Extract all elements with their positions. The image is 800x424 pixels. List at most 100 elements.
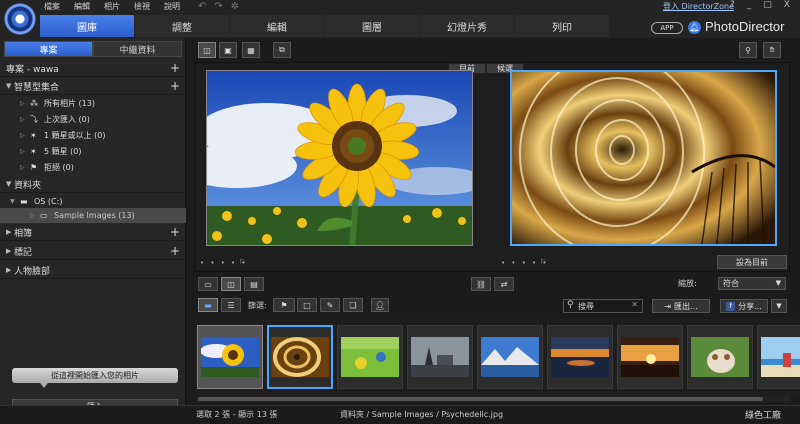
notification-bell-icon[interactable]: 🔔︎ — [688, 21, 701, 34]
share-button[interactable]: f 分享... — [720, 299, 768, 313]
project-header[interactable]: 專案 - wawa + — [0, 60, 186, 77]
expand-arrow-icon[interactable]: ▷ — [20, 132, 30, 139]
filmstrip-scrollbar[interactable] — [195, 396, 790, 402]
smart-item-one-star[interactable]: ▷ ✶ 1 顆星或以上 (0) — [0, 128, 186, 143]
multi-layout-icon[interactable]: ▤ — [244, 277, 264, 291]
folders-title: 資料夾 — [14, 180, 42, 191]
expand-arrow-icon[interactable]: ▷ — [20, 116, 30, 123]
thumbnail-mountains[interactable] — [477, 325, 543, 389]
maximize-icon[interactable]: □ — [763, 0, 772, 10]
thumbnail-meadow[interactable] — [337, 325, 403, 389]
tab-edit[interactable]: 編輯 — [230, 15, 324, 37]
filter-flag-icon[interactable]: ⚑ — [273, 298, 295, 312]
collapse-arrow-icon[interactable]: ▼ — [6, 82, 14, 90]
add-project-icon[interactable]: + — [170, 61, 180, 75]
add-tag-icon[interactable]: + — [170, 244, 180, 258]
set-as-current-button[interactable]: 設為目前 — [717, 255, 787, 269]
smart-collections-header[interactable]: ▼ 智慧型集合 + — [0, 78, 186, 95]
tab-slideshow[interactable]: 幻燈片秀 — [420, 15, 514, 37]
zoom-select[interactable]: 符合 ▼ — [718, 277, 786, 290]
export-button[interactable]: ⇥ 匯出... — [652, 299, 710, 313]
smart-item-five-star[interactable]: ▷ ✶ 5 顆星 (0) — [0, 144, 186, 159]
swap-views-icon[interactable]: ⇄ — [494, 277, 514, 291]
expand-arrow-icon[interactable]: ▷ — [20, 100, 30, 107]
thumbnail-image — [341, 337, 399, 377]
faces-header[interactable]: ▶ 人物臉部 — [0, 262, 186, 279]
scrollbar-thumb[interactable] — [198, 397, 763, 401]
share-menu-chevron-icon[interactable]: ▼ — [771, 299, 787, 313]
sunflower-image — [207, 71, 472, 245]
albums-header[interactable]: ▶ 相簿 + — [0, 224, 186, 241]
app-button[interactable]: APP — [651, 22, 683, 34]
link-views-icon[interactable]: ⛓ — [471, 277, 491, 291]
single-view-icon[interactable]: ▣ — [219, 42, 237, 58]
search-input[interactable]: ⚲ 搜尋 ✕ — [563, 299, 643, 313]
stack-icon[interactable]: ❏ — [343, 298, 363, 312]
zoom-search-icon[interactable]: ⚲ — [739, 42, 757, 58]
add-person-icon[interactable]: 👤︎ — [371, 298, 389, 312]
filter-color-icon[interactable]: □ — [297, 298, 317, 312]
filmstrip-view-icon[interactable]: ▬ — [198, 298, 218, 312]
menu-photo[interactable]: 相片 — [104, 1, 120, 13]
thumbnail-dog[interactable] — [687, 325, 753, 389]
expand-arrow-icon[interactable]: ▷ — [20, 164, 30, 171]
expand-arrow-icon[interactable]: ▷ — [30, 212, 40, 219]
collapse-arrow-icon[interactable]: ▼ — [10, 198, 20, 205]
smart-item-label: 所有相片 (13) — [44, 99, 95, 108]
tab-library[interactable]: 圖庫 — [40, 15, 134, 37]
minimize-icon[interactable]: _ — [747, 0, 752, 10]
single-layout-icon[interactable]: ▭ — [198, 277, 218, 291]
add-album-icon[interactable]: + — [170, 225, 180, 239]
second-monitor-icon[interactable]: ⧉ — [273, 42, 291, 58]
add-smart-collection-icon[interactable]: + — [170, 79, 180, 93]
menu-view[interactable]: 檢視 — [134, 1, 150, 13]
thumbnail-sunset[interactable] — [617, 325, 683, 389]
smart-item-last-import[interactable]: ▷ ⤵ 上次匯入 (0) — [0, 112, 186, 127]
tab-layers[interactable]: 圖層 — [325, 15, 419, 37]
menu-edit[interactable]: 編輯 — [74, 1, 90, 13]
menu-help[interactable]: 說明 — [164, 1, 180, 13]
filter-edit-icon[interactable]: ✎ — [320, 298, 340, 312]
tags-title: 標記 — [14, 247, 33, 258]
compare-view-icon[interactable]: ◫ — [198, 42, 216, 58]
login-link[interactable]: 登入 DirectorZone — [663, 1, 734, 12]
folder-drive[interactable]: ▼ ▬ OS (C:) — [0, 194, 186, 209]
tab-metadata[interactable]: 中繼資料 — [93, 41, 182, 57]
expand-arrow-icon[interactable]: ▶ — [6, 247, 14, 255]
redo-icon[interactable]: ↷ — [214, 1, 222, 12]
current-photo-sunflower[interactable] — [206, 70, 473, 246]
tab-adjust[interactable]: 調整 — [135, 15, 229, 37]
thumbnail-beach[interactable] — [757, 325, 800, 389]
clear-search-icon[interactable]: ✕ — [631, 300, 638, 309]
expand-arrow-icon[interactable]: ▶ — [6, 228, 14, 236]
smart-item-rejected[interactable]: ▷ ⚑ 拒絕 (0) — [0, 160, 186, 175]
help-icon[interactable]: ? — [730, 0, 735, 10]
grid-view-icon[interactable]: ▦ — [242, 42, 260, 58]
list-view-icon[interactable]: ☰ — [221, 298, 241, 312]
flag-icon[interactable]: ⚐ — [540, 258, 548, 266]
flag-icon[interactable]: ⚐ — [239, 258, 247, 266]
smart-item-label: 拒絕 (0) — [44, 163, 74, 172]
thumbnail-sunset-lake[interactable] — [547, 325, 613, 389]
folders-header[interactable]: ▼ 資料夾 — [0, 176, 186, 193]
undo-icon[interactable]: ↶ — [198, 1, 206, 12]
side-by-side-layout-icon[interactable]: ◫ — [221, 277, 241, 291]
thumbnail-staircase[interactable] — [267, 325, 333, 389]
settings-gear-icon[interactable]: ✲ — [231, 1, 239, 12]
collapse-arrow-icon[interactable]: ▼ — [6, 180, 14, 188]
thumbnail-castle[interactable] — [407, 325, 473, 389]
app-logo-icon[interactable] — [4, 3, 36, 35]
expand-arrow-icon[interactable]: ▷ — [20, 148, 30, 155]
tags-header[interactable]: ▶ 標記 + — [0, 243, 186, 260]
tab-project[interactable]: 專案 — [4, 41, 93, 57]
expand-arrow-icon[interactable]: ▶ — [6, 266, 14, 274]
hand-pan-icon[interactable]: ✋︎ — [763, 42, 781, 58]
tab-print[interactable]: 列印 — [515, 15, 609, 37]
folder-sample-images[interactable]: ▷ ▭ Sample Images (13) — [0, 208, 186, 223]
candidate-photo-staircase[interactable] — [510, 70, 777, 246]
menu-file[interactable]: 檔案 — [44, 1, 60, 13]
close-icon[interactable]: X — [784, 0, 790, 10]
faces-title: 人物臉部 — [14, 266, 51, 277]
thumbnail-sunflower[interactable] — [197, 325, 263, 389]
smart-item-all-photos[interactable]: ▷ ⁂ 所有相片 (13) — [0, 96, 186, 111]
